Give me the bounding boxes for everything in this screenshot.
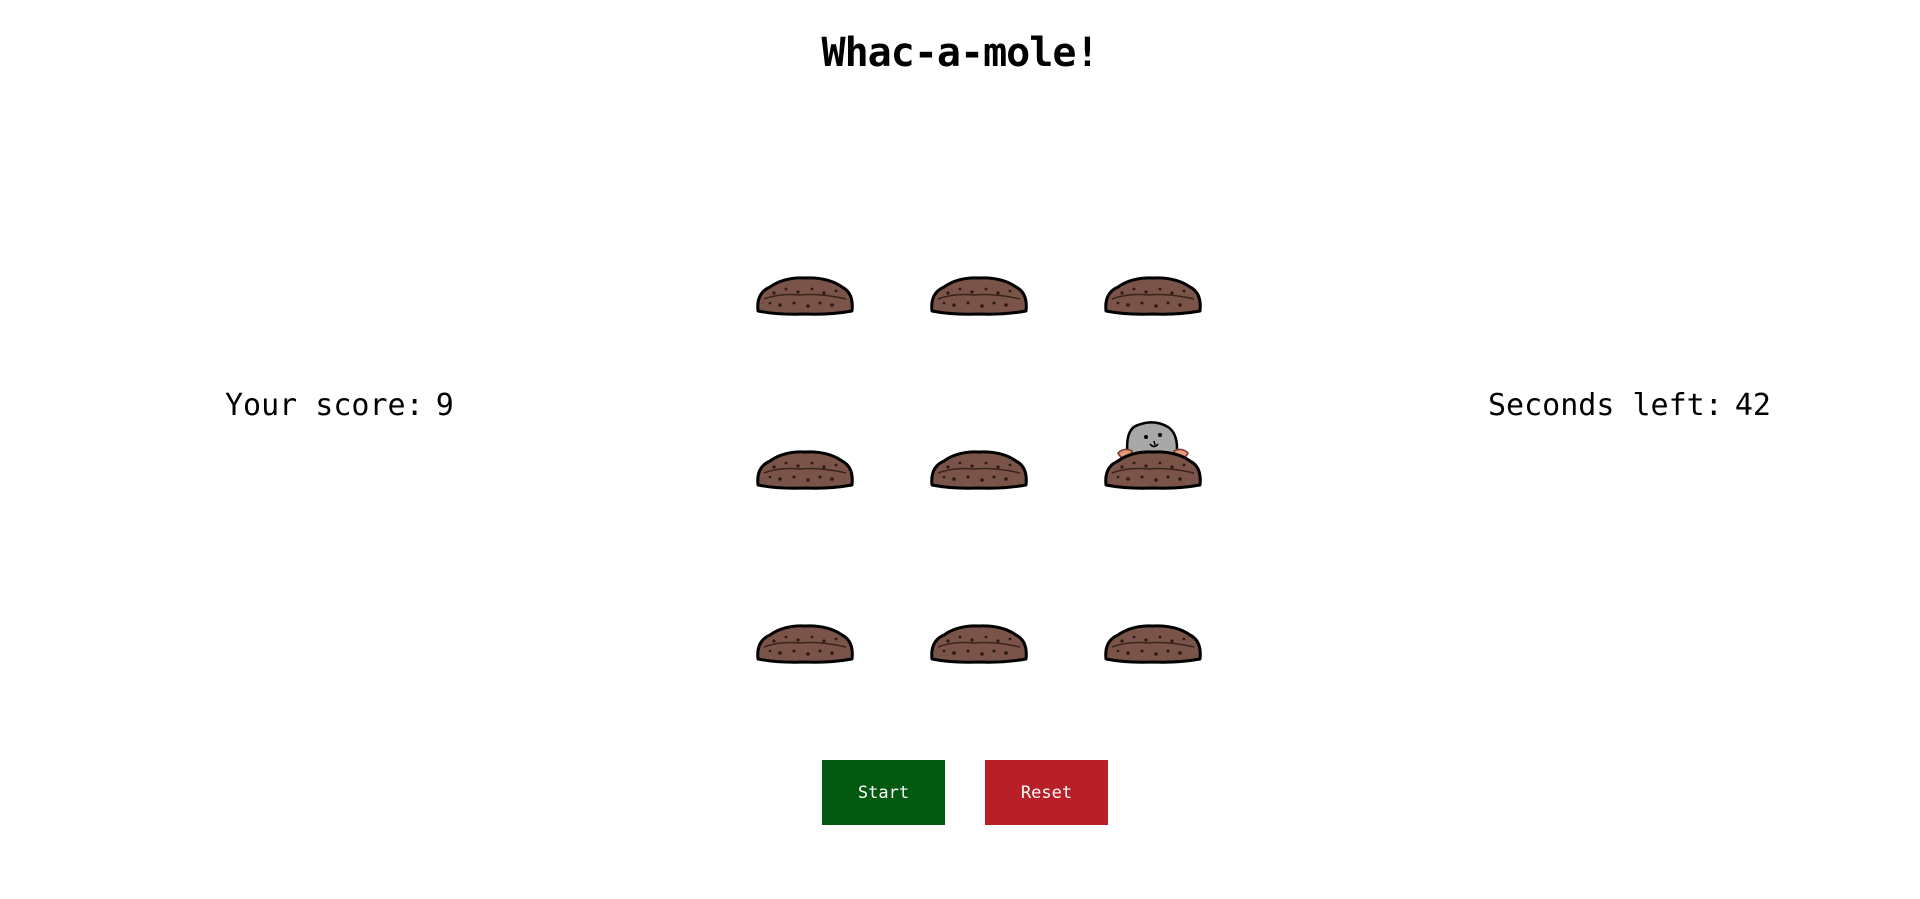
score-value: 9	[435, 388, 454, 423]
mole-hole[interactable]	[750, 389, 860, 499]
dirt-mound-icon	[1104, 421, 1202, 490]
dirt-mound-icon	[756, 450, 854, 490]
mole-hole[interactable]	[1098, 563, 1208, 673]
timer-display: Seconds left: 42	[1488, 388, 1771, 423]
reset-button[interactable]: Reset	[985, 760, 1108, 825]
mole-hole[interactable]	[1098, 215, 1208, 325]
mole-hole[interactable]	[924, 389, 1034, 499]
dirt-mound-icon	[756, 276, 854, 316]
mole-hole[interactable]	[750, 215, 860, 325]
mole-hole[interactable]	[924, 215, 1034, 325]
mole-hole-active[interactable]	[1098, 389, 1208, 499]
game-screen: Whac-a-mole! Your score: 9 Seconds left: 4…	[0, 0, 1920, 899]
score-label: Your score:	[225, 388, 424, 423]
dirt-mound-icon	[930, 624, 1028, 664]
dirt-mound-icon	[756, 624, 854, 664]
start-button[interactable]: Start	[822, 760, 945, 825]
dirt-mound-icon	[930, 276, 1028, 316]
dirt-mound-icon	[1104, 276, 1202, 316]
dirt-mound-icon	[930, 450, 1028, 490]
game-title: Whac-a-mole!	[821, 30, 1100, 76]
timer-label: Seconds left:	[1488, 388, 1723, 423]
timer-value: 42	[1734, 388, 1771, 423]
mole-hole[interactable]	[750, 563, 860, 673]
dirt-mound-icon	[1104, 624, 1202, 664]
score-display: Your score: 9	[225, 388, 454, 423]
mole-board	[740, 215, 1202, 665]
mole-hole[interactable]	[924, 563, 1034, 673]
